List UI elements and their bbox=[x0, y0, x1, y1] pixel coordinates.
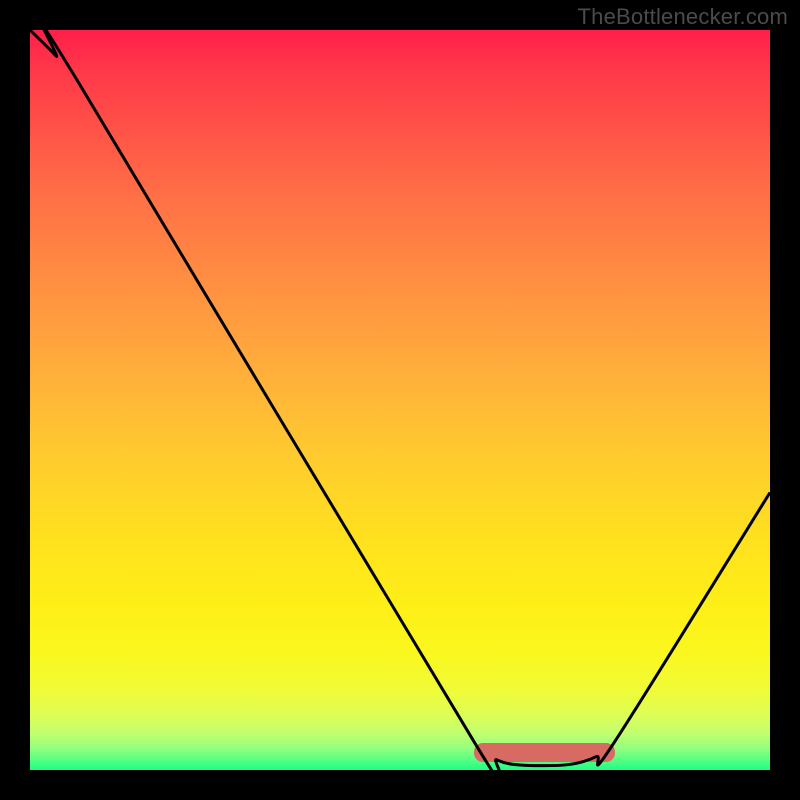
watermark-text: TheBottlenecker.com bbox=[578, 4, 788, 30]
plot-area bbox=[30, 30, 770, 770]
curve-path bbox=[30, 30, 770, 770]
chart-frame: TheBottlenecker.com bbox=[0, 0, 800, 800]
bottleneck-curve bbox=[30, 30, 770, 770]
